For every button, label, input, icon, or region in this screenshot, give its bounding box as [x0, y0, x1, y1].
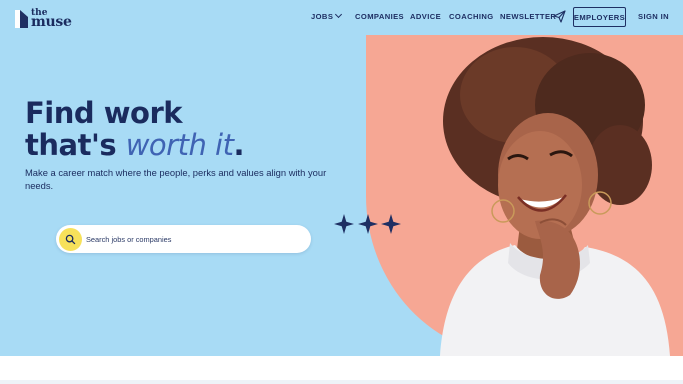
- site-header: the muse JOBS COMPANIES ADVICE COACHING …: [0, 0, 683, 35]
- search-button[interactable]: [59, 228, 82, 251]
- nav-jobs-label: JOBS: [311, 12, 334, 21]
- headline-end: .: [233, 128, 244, 162]
- hero-subtext: Make a career match where the people, pe…: [25, 167, 327, 191]
- logo-mark-icon: [15, 8, 28, 28]
- search-bar: [56, 225, 311, 253]
- headline-accent: worth it: [125, 128, 234, 162]
- hero-portrait-image: [440, 37, 670, 356]
- brand-line-2: muse: [31, 14, 72, 30]
- chevron-down-icon: [335, 10, 343, 19]
- nav-jobs[interactable]: JOBS: [311, 10, 343, 21]
- hero-section: Find work that's worth it. Make a career…: [0, 35, 683, 356]
- headline-line-2-start: that's: [25, 128, 126, 162]
- nav-advice[interactable]: ADVICE: [410, 12, 441, 21]
- paper-plane-icon[interactable]: [553, 10, 566, 23]
- nav-newsletter[interactable]: NEWSLETTER: [500, 12, 556, 21]
- brand-logo[interactable]: the muse: [15, 7, 72, 29]
- section-divider: [0, 380, 683, 384]
- hero-headline: Find work that's worth it.: [25, 97, 244, 161]
- sign-in-link[interactable]: SIGN IN: [638, 12, 669, 21]
- brand-wordmark: the muse: [31, 9, 72, 30]
- sparkle-stars-decoration: [334, 214, 401, 234]
- nav-coaching[interactable]: COACHING: [449, 12, 494, 21]
- page: Find work that's worth it. Make a career…: [0, 0, 683, 384]
- nav-companies[interactable]: COMPANIES: [355, 12, 404, 21]
- search-icon: [65, 234, 76, 245]
- headline-line-1: Find work: [25, 96, 183, 130]
- employers-button[interactable]: EMPLOYERS: [573, 7, 626, 27]
- headline-line-2: that's worth it.: [25, 129, 244, 161]
- search-input[interactable]: [86, 230, 301, 248]
